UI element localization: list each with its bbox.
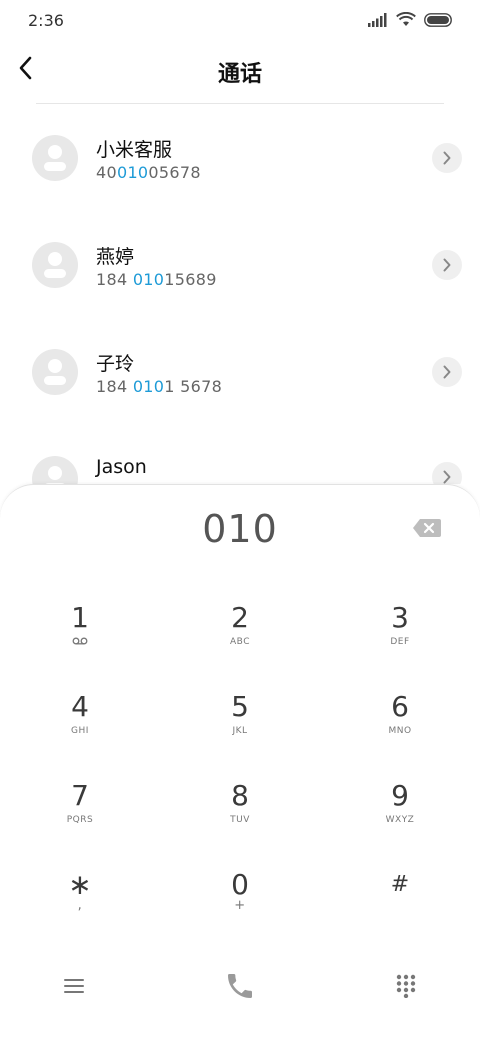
- chevron-right-icon: [443, 365, 451, 379]
- key-digit: #: [390, 872, 410, 897]
- person-icon: [44, 252, 66, 278]
- call-button[interactable]: [222, 968, 258, 1004]
- key-digit: 2: [231, 601, 249, 634]
- key-letters: PQRS: [66, 815, 94, 825]
- contact-detail-button[interactable]: [432, 462, 462, 484]
- key-4[interactable]: 4 GHI: [20, 692, 140, 764]
- backspace-button[interactable]: [412, 518, 442, 538]
- key-hash[interactable]: #: [340, 870, 460, 942]
- contact-number: 184 0101 5678: [96, 377, 222, 396]
- key-digit: ∗: [68, 868, 92, 901]
- number-match-highlight: 010: [132, 270, 165, 289]
- avatar: [32, 135, 78, 181]
- menu-button[interactable]: [56, 968, 92, 1004]
- contact-name: 小米客服: [96, 139, 173, 161]
- phone-call-icon: [228, 974, 252, 998]
- bottom-bar: [0, 950, 480, 1020]
- key-letters: MNO: [388, 726, 412, 736]
- wifi-icon: [396, 12, 416, 26]
- key-letters: TUV: [230, 815, 250, 825]
- person-icon: [44, 145, 66, 171]
- status-icons: [368, 12, 454, 27]
- contact-detail-button[interactable]: [432, 143, 462, 173]
- key-letters: WXYZ: [385, 815, 415, 825]
- contact-number: 4001005678: [96, 163, 201, 182]
- person-icon: [44, 359, 66, 385]
- key-digit: 4: [71, 690, 89, 723]
- dialed-number-display: 010: [202, 507, 278, 551]
- number-prefix: 184: [96, 377, 133, 396]
- contact-detail-button[interactable]: [432, 357, 462, 387]
- key-digit: 6: [391, 690, 409, 723]
- chevron-right-icon: [443, 470, 451, 484]
- contact-item[interactable]: 燕婷 184 01015689: [0, 211, 480, 317]
- signal-icon: [368, 12, 387, 27]
- dialpad-icon: [396, 974, 416, 998]
- contact-name: 燕婷: [96, 246, 135, 268]
- key-letters: DEF: [390, 637, 410, 647]
- number-suffix: 05678: [148, 163, 201, 182]
- key-digit: 3: [391, 601, 409, 634]
- key-8[interactable]: 8 TUV: [180, 781, 300, 853]
- number-prefix: 184: [96, 270, 133, 289]
- number-match-highlight: 010: [132, 377, 165, 396]
- key-2[interactable]: 2 ABC: [180, 603, 300, 675]
- header: 通话: [0, 42, 480, 98]
- number-match-highlight: 010: [116, 163, 149, 182]
- person-icon: [45, 466, 65, 484]
- key-3[interactable]: 3 DEF: [340, 603, 460, 675]
- key-letters: ABC: [230, 637, 250, 647]
- avatar: [32, 349, 78, 395]
- page-title: 通话: [217, 62, 262, 87]
- contact-number: 184 01015689: [96, 270, 217, 289]
- voicemail-icon: [72, 637, 88, 645]
- status-time: 2:36: [28, 11, 64, 30]
- number-suffix: 15689: [164, 270, 217, 289]
- key-6[interactable]: 6 MNO: [340, 692, 460, 764]
- key-digit: 0: [231, 868, 249, 901]
- menu-icon: [64, 979, 84, 993]
- key-letters: +: [234, 898, 246, 913]
- dialpad-toggle-button[interactable]: [388, 968, 424, 1004]
- number-prefix: 40: [96, 163, 117, 182]
- battery-icon: [424, 12, 452, 27]
- key-digit: 5: [231, 690, 249, 723]
- avatar: [32, 456, 78, 484]
- key-letters: ,: [77, 898, 83, 913]
- key-0[interactable]: 0 +: [180, 870, 300, 942]
- key-7[interactable]: 7 PQRS: [20, 781, 140, 853]
- number-suffix: 1 5678: [164, 377, 223, 396]
- status-bar: 2:36: [0, 0, 480, 42]
- chevron-right-icon: [443, 258, 451, 272]
- key-digit: 1: [71, 601, 89, 634]
- contact-name: Jason: [96, 456, 147, 478]
- key-5[interactable]: 5 JKL: [180, 692, 300, 764]
- key-letters: GHI: [71, 726, 89, 736]
- contact-item[interactable]: 子玲 184 0101 5678: [0, 318, 480, 424]
- avatar: [32, 242, 78, 288]
- contact-list: 小米客服 4001005678 燕婷 184 01015689 子玲 184 0…: [0, 104, 480, 484]
- contact-detail-button[interactable]: [432, 250, 462, 280]
- contact-item[interactable]: Jason: [0, 425, 480, 484]
- chevron-right-icon: [443, 151, 451, 165]
- key-digit: 9: [391, 779, 409, 812]
- key-star[interactable]: ∗ ,: [20, 870, 140, 942]
- contact-name: 子玲: [96, 353, 135, 375]
- key-letters: [20, 637, 140, 648]
- key-digit: 8: [231, 779, 249, 812]
- contact-item[interactable]: 小米客服 4001005678: [0, 104, 480, 210]
- key-digit: 7: [71, 779, 89, 812]
- key-letters: JKL: [232, 726, 248, 736]
- backspace-icon: [413, 519, 441, 537]
- key-9[interactable]: 9 WXYZ: [340, 781, 460, 853]
- key-1[interactable]: 1: [20, 603, 140, 675]
